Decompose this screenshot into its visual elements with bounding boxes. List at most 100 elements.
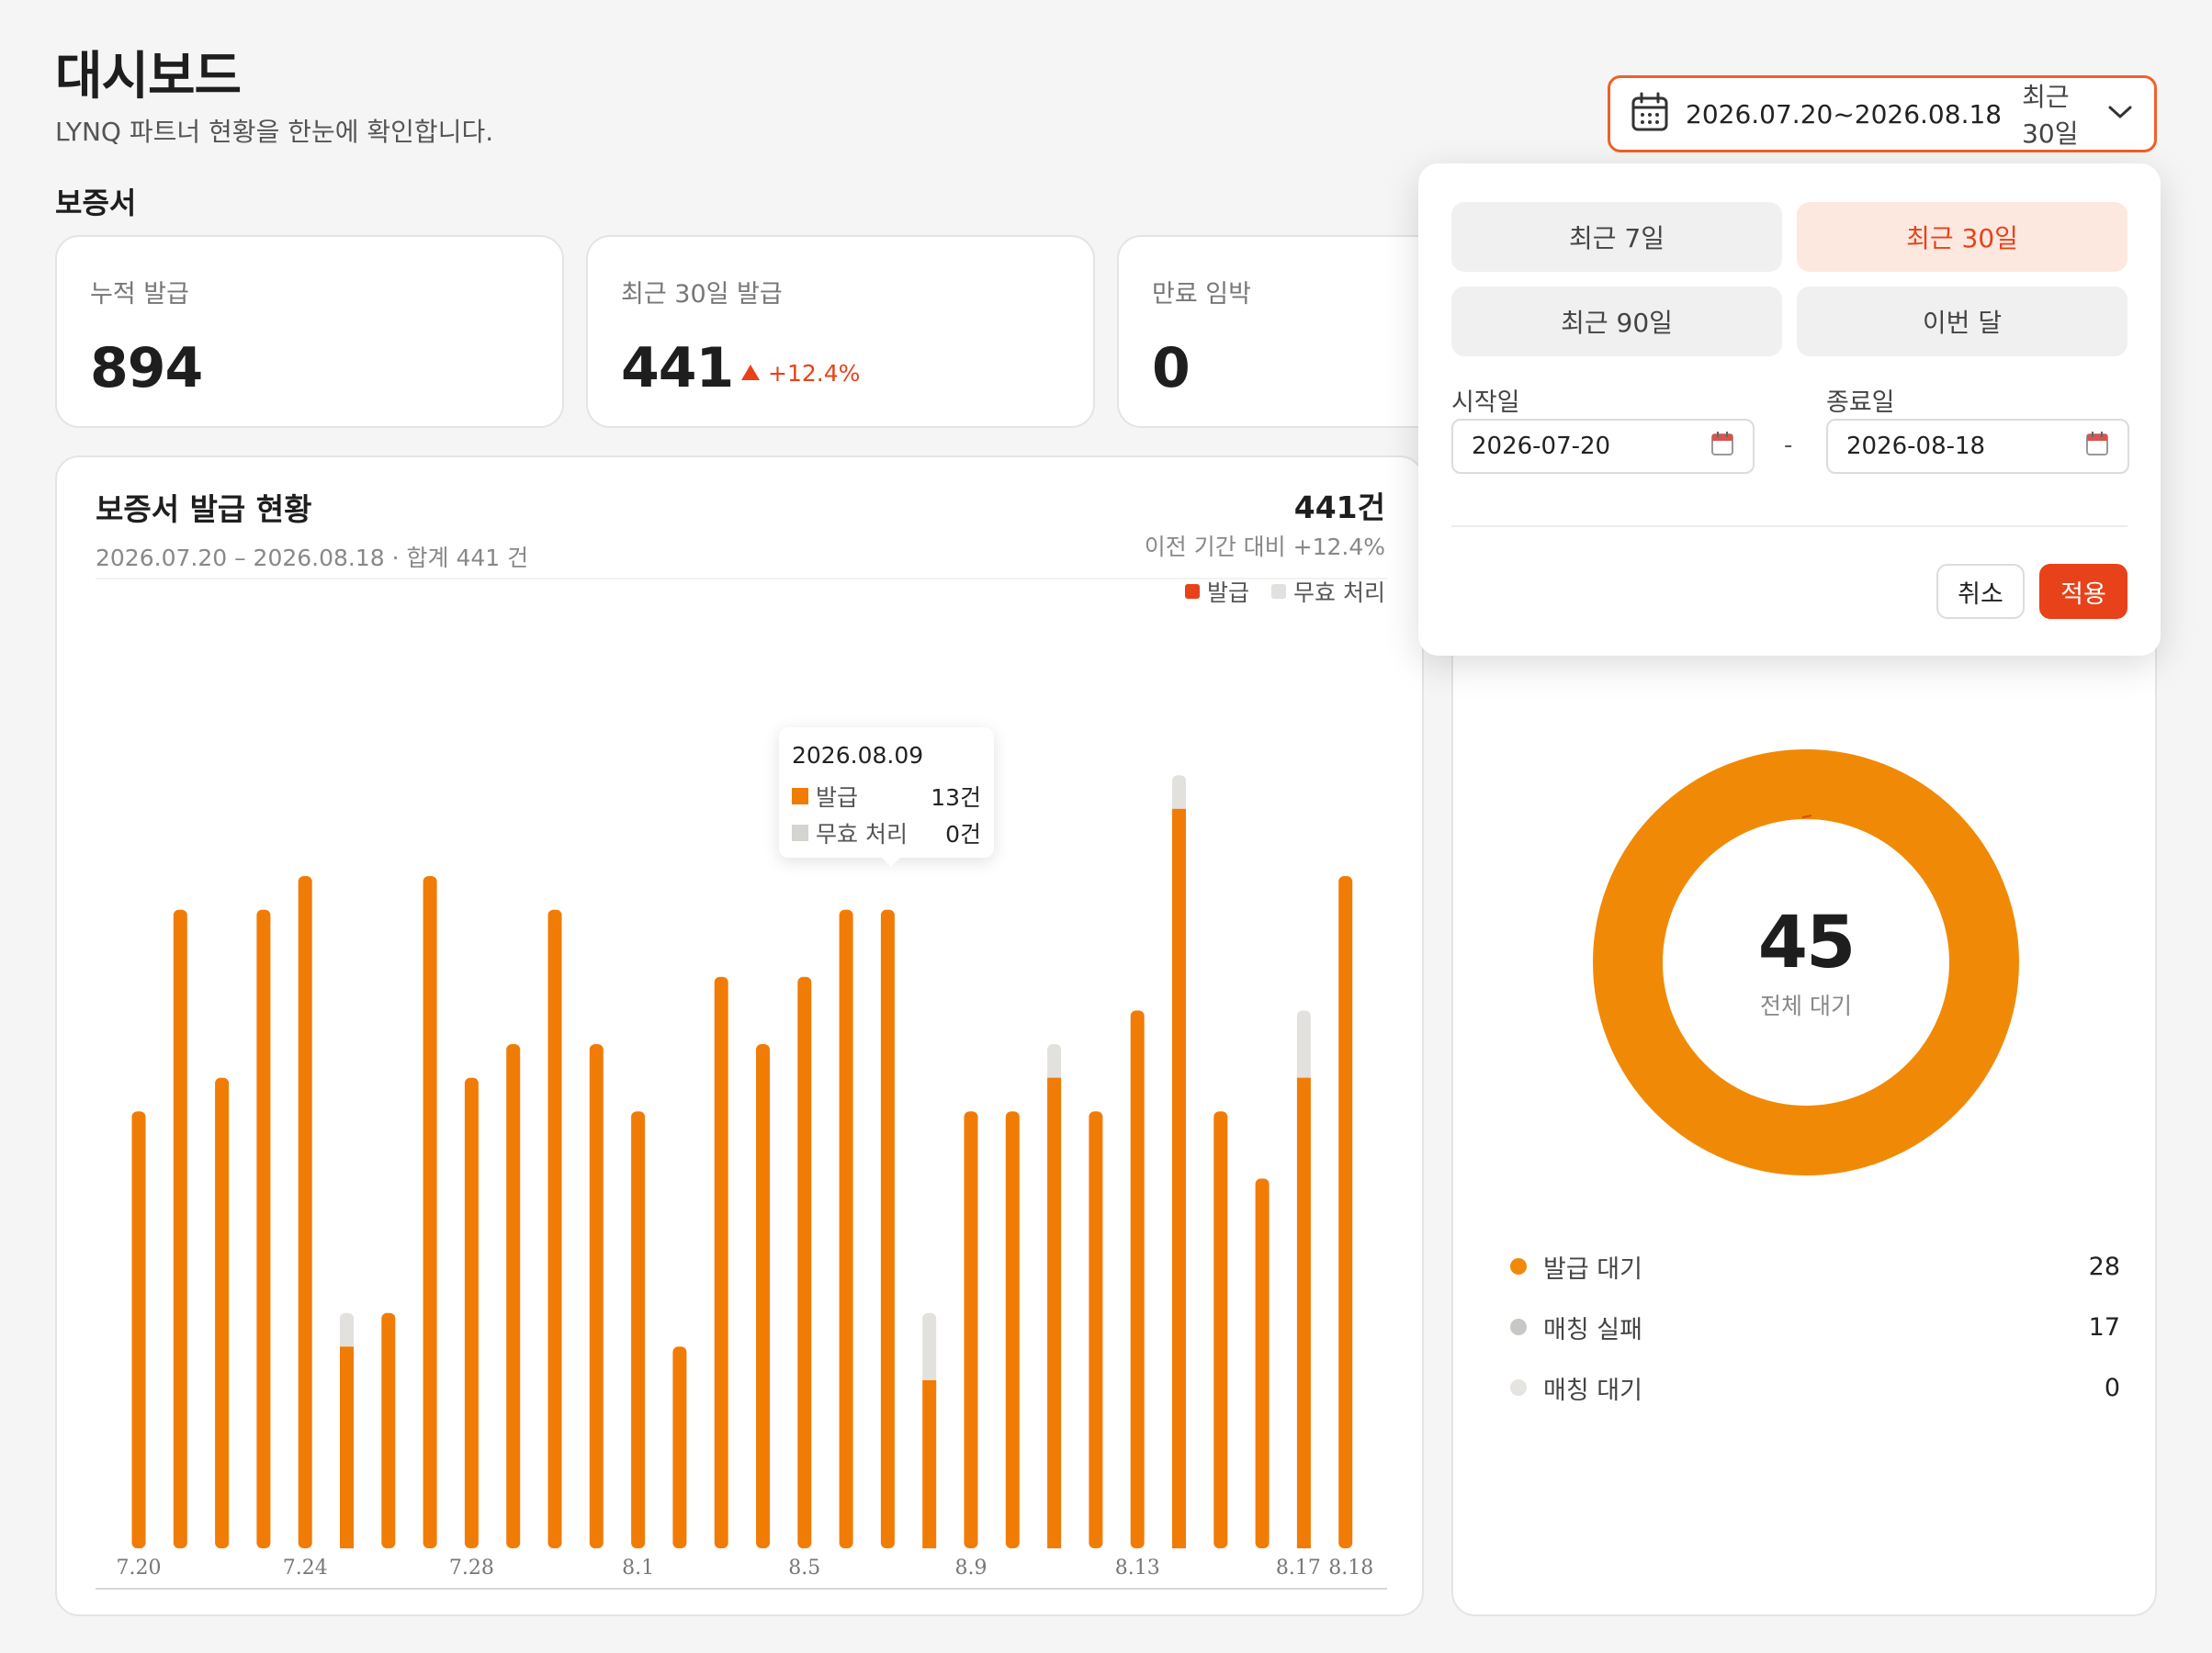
x-tick-label: 7.20 <box>117 1557 162 1580</box>
legend-label: 무효 처리 <box>1293 579 1385 606</box>
tooltip-row-voided: 무효 처리 0건 <box>792 815 981 851</box>
bar-issued-8.2[interactable] <box>672 1346 687 1548</box>
tooltip-value: 13건 <box>931 784 981 811</box>
chart-subtitle: 2026.07.20 – 2026.08.18 · 합계 441 건 <box>96 545 529 571</box>
legend-swatch <box>1185 584 1201 599</box>
x-tick-label: 8.17 <box>1276 1557 1321 1580</box>
legend-label: 발급 <box>1207 579 1250 606</box>
donut-center-value: 45 <box>1757 902 1856 984</box>
stat-change-text: +12.4% <box>768 360 861 387</box>
bar-issued-8.12[interactable] <box>1089 1111 1103 1548</box>
issuance-chart-card: 7.20 7.24 7.28 8.1 8.5 8.9 8.13 8.17 8.18 보증서 발급… <box>55 455 1424 1616</box>
legend-dot <box>1510 1319 1527 1335</box>
preset-30-days[interactable]: 최근 30일 <box>1797 202 2127 272</box>
x-tick-label: 8.9 <box>955 1557 988 1580</box>
legend-voided: 무효 처리 <box>1271 575 1385 608</box>
bar-voided-8.11[interactable] <box>1047 1044 1062 1082</box>
bar-issued-8.6[interactable] <box>839 909 853 1548</box>
bar-issued-8.5[interactable] <box>797 976 812 1548</box>
bar-issued-7.25[interactable] <box>340 1346 354 1548</box>
x-tick-label: 8.18 <box>1328 1557 1373 1580</box>
tooltip-arrow <box>880 856 902 867</box>
bar-issued-7.30[interactable] <box>547 909 562 1548</box>
bar-voided-7.25[interactable] <box>340 1312 354 1351</box>
stat-value: 0 <box>1152 336 1191 400</box>
status-item-match-fail: 매칭 실패 17 <box>1510 1297 2120 1357</box>
cancel-button[interactable]: 취소 <box>1936 564 2025 619</box>
date-range-button[interactable]: 2026.07.20~2026.08.18 최근 30일 <box>1608 75 2157 152</box>
status-value: 17 <box>2088 1312 2120 1342</box>
page-title: 대시보드 <box>55 47 242 107</box>
tooltip-value: 0건 <box>945 821 981 848</box>
bar-issued-8.14[interactable] <box>1172 808 1186 1548</box>
preset-90-days[interactable]: 최근 90일 <box>1451 287 1782 356</box>
x-tick-label: 7.24 <box>283 1557 328 1580</box>
bar-issued-7.22[interactable] <box>215 1077 230 1548</box>
chart-tooltip: 2026.08.09 발급 13건 무효 처리 0건 <box>779 727 994 858</box>
stat-label: 최근 30일 발급 <box>621 280 783 309</box>
end-date-label: 종료일 <box>1826 388 1895 417</box>
status-label: 발급 대기 <box>1543 1254 1642 1284</box>
bar-issued-8.1[interactable] <box>631 1111 646 1548</box>
bar-issued-8.10[interactable] <box>1005 1111 1020 1548</box>
chart-total: 441건 <box>1293 489 1385 525</box>
bar-issued-8.11[interactable] <box>1047 1077 1062 1548</box>
start-date-field[interactable]: 2026-07-20 <box>1451 419 1755 474</box>
bar-issued-8.3[interactable] <box>714 976 728 1548</box>
tooltip-swatch <box>792 825 808 841</box>
tooltip-date: 2026.08.09 <box>792 742 924 769</box>
bar-issued-8.15[interactable] <box>1213 1111 1228 1548</box>
bar-issued-8.9[interactable] <box>964 1111 978 1548</box>
chart-compare: 이전 기간 대비 +12.4% <box>1144 534 1385 560</box>
bar-issued-7.23[interactable] <box>256 909 271 1548</box>
start-date-value: 2026-07-20 <box>1472 433 1611 460</box>
apply-button[interactable]: 적용 <box>2039 564 2127 619</box>
stat-label: 누적 발급 <box>90 280 189 309</box>
calendar-icon[interactable] <box>1710 431 1734 463</box>
start-date-label: 시작일 <box>1451 388 1520 417</box>
bar-issued-7.26[interactable] <box>381 1312 396 1548</box>
calendar-icon[interactable] <box>2085 431 2109 463</box>
status-list: 발급 대기 28 매칭 실패 17 매칭 대기 0 <box>1510 1236 2120 1418</box>
x-tick-label: 8.1 <box>622 1557 654 1580</box>
bar-issued-8.4[interactable] <box>756 1044 770 1548</box>
bar-issued-7.28[interactable] <box>464 1077 479 1548</box>
stat-card-total: 누적 발급 894 <box>55 235 564 428</box>
bar-issued-8.17[interactable] <box>1296 1077 1311 1548</box>
tooltip-label: 발급 <box>816 784 859 811</box>
tooltip-label: 무효 처리 <box>816 821 908 848</box>
bar-issued-7.29[interactable] <box>506 1044 521 1548</box>
legend-swatch <box>1271 584 1287 599</box>
stat-change: +12.4% <box>740 360 860 387</box>
status-value: 0 <box>2104 1373 2120 1402</box>
preset-7-days[interactable]: 최근 7일 <box>1451 202 1782 272</box>
bar-issued-7.20[interactable] <box>131 1111 146 1548</box>
chevron-down-icon <box>2106 103 2134 125</box>
bar-voided-8.8[interactable] <box>922 1312 937 1384</box>
section-title: 보증서 <box>55 186 137 220</box>
bar-issued-8.8[interactable] <box>922 1380 937 1548</box>
status-item-issue-wait: 발급 대기 28 <box>1510 1236 2120 1297</box>
bar-issued-8.13[interactable] <box>1130 1010 1145 1548</box>
end-date-field[interactable]: 2026-08-18 <box>1826 419 2129 474</box>
legend-dot <box>1510 1258 1527 1275</box>
stat-value: 894 <box>90 336 203 400</box>
bar-issued-8.7[interactable] <box>880 909 895 1548</box>
bar-issued-7.24[interactable] <box>298 876 312 1548</box>
x-tick-label: 8.5 <box>788 1557 820 1580</box>
chart-legend: 발급 무효 처리 <box>1185 575 1385 608</box>
bar-issued-7.27[interactable] <box>423 876 437 1548</box>
bar-voided-8.17[interactable] <box>1296 1010 1311 1082</box>
status-item-match-wait: 매칭 대기 0 <box>1510 1357 2120 1418</box>
date-range-text: 2026.07.20~2026.08.18 <box>1686 98 2003 129</box>
tooltip-row-issued: 발급 13건 <box>792 778 981 815</box>
bar-voided-8.14[interactable] <box>1172 775 1186 813</box>
popover-divider <box>1451 525 2127 527</box>
bar-issued-8.16[interactable] <box>1255 1178 1270 1548</box>
bar-issued-8.18[interactable] <box>1338 876 1353 1548</box>
bar-issued-7.31[interactable] <box>589 1044 604 1548</box>
bar-issued-7.21[interactable] <box>173 909 187 1548</box>
preset-this-month[interactable]: 이번 달 <box>1797 287 2127 356</box>
date-separator: - <box>1784 432 1793 459</box>
stat-card-recent: 최근 30일 발급 441 +12.4% <box>586 235 1095 428</box>
